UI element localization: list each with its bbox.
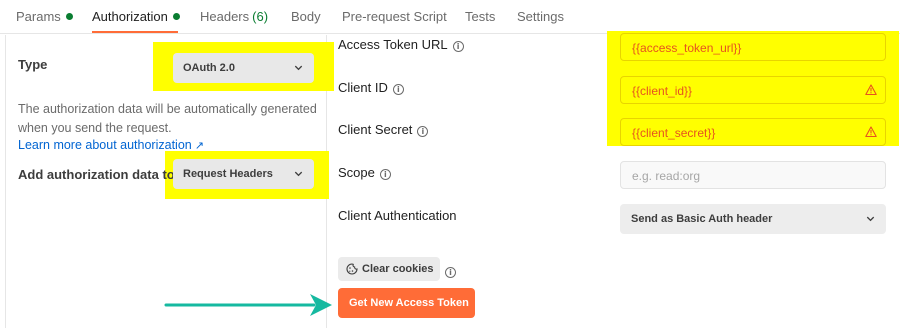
tab-headers[interactable]: Headers (6): [200, 9, 268, 24]
annotation-arrow-icon: [164, 294, 332, 316]
request-tabs: Params Authorization Headers (6) Body Pre…: [0, 0, 900, 34]
clear-cookies-button[interactable]: Clear cookies: [338, 257, 440, 281]
tab-count-badge: (6): [252, 9, 269, 24]
get-new-access-token-label: Get New Access Token: [349, 297, 469, 309]
field-label-text: Scope: [338, 165, 375, 180]
client-id-value: {{client_id}}: [632, 84, 693, 98]
tab-label: Headers: [200, 9, 250, 24]
info-circle-icon[interactable]: i: [392, 84, 404, 95]
tab-label: Tests: [465, 9, 496, 24]
access-token-url-value: {{access_token_url}}: [632, 41, 742, 55]
add-auth-data-value: Request Headers: [183, 168, 273, 180]
chevron-down-icon: [294, 171, 303, 177]
green-dot-icon: [172, 13, 180, 20]
warning-triangle-icon: [865, 126, 877, 138]
external-link-arrow-icon: ↗: [194, 140, 204, 152]
get-new-access-token-button[interactable]: Get New Access Token: [338, 288, 475, 318]
auth-type-value: OAuth 2.0: [183, 62, 235, 74]
chevron-down-icon: [866, 216, 875, 222]
auth-type-select[interactable]: OAuth 2.0: [173, 53, 314, 83]
field-label-text: Access Token URL: [338, 37, 448, 52]
field-label-text: Client Secret: [338, 122, 413, 137]
tab-label: Body: [291, 9, 321, 24]
scope-label: Scope i: [338, 165, 391, 180]
access-token-url-input[interactable]: {{access_token_url}}: [620, 33, 886, 61]
active-tab-indicator: [92, 31, 178, 33]
clear-cookies-info: i: [445, 262, 456, 280]
tab-authorization[interactable]: Authorization: [92, 9, 180, 24]
client-secret-label: Client Secret i: [338, 122, 429, 137]
tab-body[interactable]: Body: [291, 9, 321, 24]
client-secret-input[interactable]: {{client_secret}}: [620, 118, 886, 146]
tab-label: Settings: [517, 9, 564, 24]
type-label: Type: [18, 57, 48, 72]
learn-more-label: Learn more about authorization: [18, 138, 192, 152]
warning-triangle-icon: [865, 84, 877, 96]
tab-label: Params: [16, 9, 61, 24]
tab-pre-request-script[interactable]: Pre-request Script: [342, 9, 447, 24]
info-circle-icon[interactable]: i: [445, 267, 456, 278]
learn-more-link[interactable]: Learn more about authorization ↗: [18, 138, 204, 152]
tab-tests[interactable]: Tests: [465, 9, 495, 24]
auth-description: The authorization data will be automatic…: [18, 102, 317, 135]
access-token-url-label: Access Token URL i: [338, 37, 464, 52]
client-authentication-select[interactable]: Send as Basic Auth header: [620, 204, 886, 234]
client-id-label: Client ID i: [338, 80, 404, 95]
client-authentication-label: Client Authentication: [338, 208, 457, 223]
scope-input[interactable]: e.g. read:org: [620, 161, 886, 189]
scope-placeholder: e.g. read:org: [632, 169, 701, 183]
clear-cookies-label: Clear cookies: [362, 263, 434, 275]
tab-settings[interactable]: Settings: [517, 9, 564, 24]
tab-label: Authorization: [92, 9, 168, 24]
info-circle-icon[interactable]: i: [452, 41, 464, 52]
tab-label: Pre-request Script: [342, 9, 447, 24]
field-label-text: Client Authentication: [338, 208, 457, 223]
info-circle-icon[interactable]: i: [417, 126, 429, 137]
cookie-icon: [346, 263, 358, 275]
add-auth-data-label: Add authorization data to: [18, 167, 175, 182]
green-dot-icon: [65, 13, 73, 20]
client-id-input[interactable]: {{client_id}}: [620, 76, 886, 104]
auth-type-pane: Type OAuth 2.0 The authorization data wi…: [5, 35, 334, 328]
info-circle-icon[interactable]: i: [379, 169, 391, 180]
client-secret-value: {{client_secret}}: [632, 126, 716, 140]
tab-params[interactable]: Params: [16, 9, 73, 24]
field-label-text: Client ID: [338, 80, 388, 95]
add-auth-data-select[interactable]: Request Headers: [173, 159, 314, 189]
chevron-down-icon: [294, 65, 303, 71]
client-authentication-value: Send as Basic Auth header: [631, 213, 773, 225]
